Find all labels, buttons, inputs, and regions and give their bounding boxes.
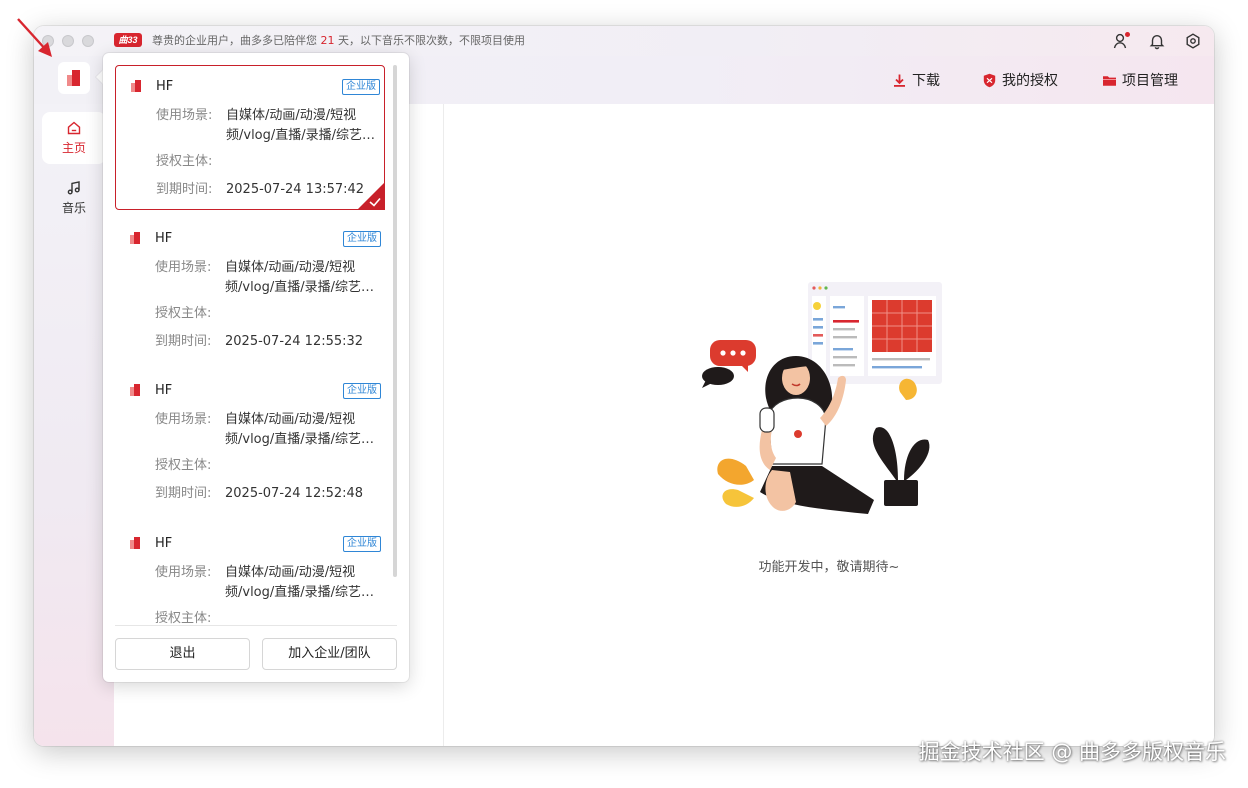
brand-logo-icon [67, 70, 80, 86]
window-minimize-button[interactable] [62, 35, 74, 47]
scene-value: 自媒体/动画/动漫/短视频/vlog/直播/录播/综艺/广告 [225, 412, 366, 447]
settings-icon[interactable] [1184, 32, 1202, 50]
subject-label: 授权主体: [156, 154, 213, 169]
watermark: 掘金技术社区 @ 曲多多版权音乐 [918, 740, 1226, 764]
sidebar-item-music[interactable]: 音乐 [42, 172, 106, 224]
enterprise-name: HF [155, 383, 173, 398]
brand-logo-icon [130, 537, 140, 549]
folder-icon [1103, 75, 1116, 86]
brand-logo-icon [130, 232, 140, 244]
popup-caret [96, 70, 103, 84]
bell-icon[interactable] [1148, 32, 1166, 50]
enterprise-card[interactable]: HF 企业版 使用场景: 自媒体/动画/动漫/短视频/vlog/直播/录播/综艺… [115, 65, 385, 210]
project-management-button[interactable]: 项目管理 [1102, 69, 1178, 91]
music-note-icon [67, 181, 80, 195]
scene-value: 自媒体/动画/动漫/短视频/vlog/直播/录播/综艺/广告 [225, 260, 366, 295]
developing-illustration [702, 282, 942, 514]
my-authorization-button[interactable]: 我的授权 [982, 69, 1058, 91]
subject-label: 授权主体: [155, 458, 212, 473]
brand-logo-icon [131, 80, 141, 92]
scene-label: 使用场景: [156, 108, 213, 123]
enterprise-card[interactable]: HF 企业版 使用场景: 自媒体/动画/动漫/短视频/vlog/直播/录播/综艺… [115, 370, 385, 515]
app-logo[interactable] [58, 62, 90, 94]
download-icon [894, 74, 905, 87]
brand-logo-icon [130, 384, 140, 396]
brand-badge: 曲33 [114, 33, 142, 47]
expire-value: 2025-07-24 13:57:42 [226, 182, 365, 197]
notice-days: 21 [320, 34, 335, 47]
sidebar-item-home[interactable]: 主页 [42, 112, 106, 164]
scene-label: 使用场景: [155, 565, 212, 580]
download-button[interactable]: 下载 [892, 69, 940, 91]
join-enterprise-button[interactable]: 加入企业/团队 [262, 638, 397, 670]
download-label: 下载 [912, 73, 940, 89]
expire-label: 到期时间: [156, 182, 213, 197]
expire-value: 2025-07-24 12:55:32 [225, 334, 364, 349]
enterprise-card[interactable]: HF 企业版 使用场景: 自媒体/动画/动漫/短视频/vlog/直播/录播/综艺… [115, 523, 385, 625]
shield-icon [983, 73, 996, 87]
subject-label: 授权主体: [155, 611, 212, 625]
enterprise-name: HF [155, 536, 173, 551]
notice-suffix: 天，以下音乐不限次数，不限项目使用 [334, 34, 525, 47]
sidebar: 主页 音乐 [34, 104, 114, 746]
scene-label: 使用场景: [155, 412, 212, 427]
scene-label: 使用场景: [155, 260, 212, 275]
selected-check-icon [357, 182, 385, 210]
expire-label: 到期时间: [155, 334, 212, 349]
window-zoom-button[interactable] [82, 35, 94, 47]
enterprise-list: HF 企业版 使用场景: 自媒体/动画/动漫/短视频/vlog/直播/录播/综艺… [103, 53, 409, 625]
subject-label: 授权主体: [155, 306, 212, 321]
logout-button[interactable]: 退出 [115, 638, 250, 670]
enterprise-badge: 企业版 [343, 536, 381, 552]
my-authorization-label: 我的授权 [1002, 73, 1058, 89]
annotation-arrow-icon [17, 18, 52, 57]
notice-prefix: 尊贵的企业用户，曲多多已陪伴您 [152, 34, 321, 47]
sidebar-item-label: 主页 [61, 141, 86, 155]
scene-value: 自媒体/动画/动漫/短视频/vlog/直播/录播/综艺/广告 [225, 565, 366, 600]
enterprise-badge: 企业版 [343, 231, 381, 247]
enterprise-name: HF [156, 79, 174, 94]
project-management-label: 项目管理 [1122, 73, 1178, 89]
scene-value: 自媒体/动画/动漫/短视频/vlog/直播/录播/综艺/广告 [226, 108, 367, 143]
enterprise-name: HF [155, 231, 173, 246]
enterprise-notice: 尊贵的企业用户，曲多多已陪伴您 21 天，以下音乐不限次数，不限项目使用 [152, 33, 525, 49]
list-scrollbar[interactable] [393, 65, 397, 577]
popup-divider [115, 625, 397, 626]
home-icon [67, 121, 81, 135]
notification-dot [1125, 32, 1130, 37]
enterprise-badge: 企业版 [343, 383, 381, 399]
account-switch-popup: HF 企业版 使用场景: 自媒体/动画/动漫/短视频/vlog/直播/录播/综艺… [103, 53, 409, 682]
expire-value: 2025-07-24 12:52:48 [225, 486, 364, 501]
user-icon[interactable] [1112, 32, 1130, 50]
enterprise-badge: 企业版 [342, 79, 380, 95]
titlebar: 曲33 尊贵的企业用户，曲多多已陪伴您 21 天，以下音乐不限次数，不限项目使用 [34, 26, 1214, 56]
developing-message: 功能开发中，敬请期待~ [758, 560, 900, 575]
sidebar-item-label: 音乐 [61, 201, 86, 215]
expire-label: 到期时间: [155, 486, 212, 501]
enterprise-card[interactable]: HF 企业版 使用场景: 自媒体/动画/动漫/短视频/vlog/直播/录播/综艺… [115, 218, 385, 363]
main-area: 功能开发中，敬请期待~ [444, 104, 1214, 746]
